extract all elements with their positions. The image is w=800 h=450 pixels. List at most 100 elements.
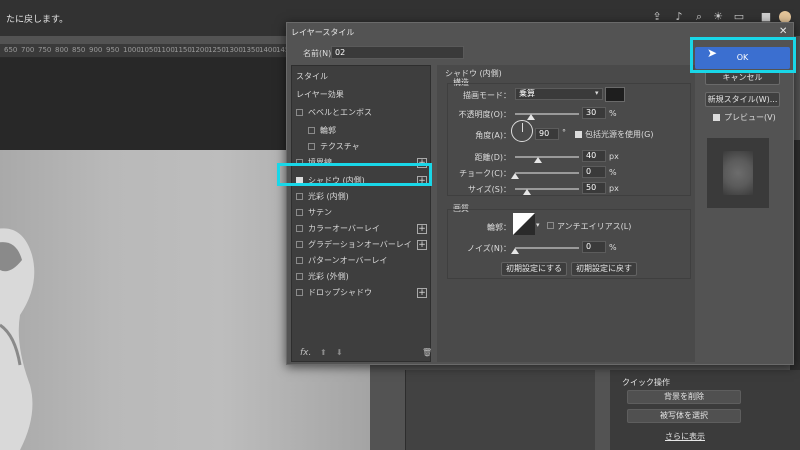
move-up-icon[interactable]: ⬆ [320,348,327,357]
style-checkbox[interactable] [296,109,303,116]
preview-checkbox[interactable] [713,114,720,121]
style-item[interactable]: ベベルとエンボス [296,105,428,121]
status-message: たに戻します。 [6,15,69,25]
opacity-slider-thumb[interactable] [527,114,535,120]
add-effect-icon[interactable]: + [417,288,427,298]
style-checkbox[interactable] [308,143,315,150]
style-checkbox[interactable] [308,127,315,134]
layer-style-dialog: レイヤースタイル ✕ 名前(N): 02 スタイル レイヤー効果 ベベルとエンボス輪… [286,22,794,365]
style-label: 光彩 (内側) [308,192,349,201]
ruler-number: 850 [72,46,86,54]
contour-label: 輪郭： [487,223,511,232]
style-checkbox[interactable] [296,241,303,248]
preview-label: プレビュー(V) [724,113,776,122]
new-style-button[interactable]: 新規スタイル(W)... [705,92,780,107]
ruler-number: 1200 [191,46,209,54]
style-checkbox[interactable] [296,193,303,200]
opacity-label: 不透明度(O)： [458,110,511,119]
distance-slider-thumb[interactable] [534,157,542,163]
preview-swatch [723,151,753,195]
ruler-number: 650 [4,46,18,54]
style-item[interactable]: テクスチャ [308,139,440,155]
close-icon[interactable]: ✕ [779,26,787,37]
distance-unit: px [609,152,619,161]
style-label: 光彩 (外側) [308,272,349,281]
angle-dial[interactable] [511,120,533,142]
style-label: カラーオーバーレイ [308,224,380,233]
name-input[interactable]: 02 [331,46,464,59]
select-subject-button[interactable]: 被写体を選択 [627,409,741,423]
style-item[interactable]: 輪郭 [308,123,440,139]
selection-highlight [277,163,432,186]
noise-input[interactable]: 0 [582,241,606,253]
chevron-down-icon: ▾ [595,89,599,97]
make-default-button[interactable]: 初期設定にする [501,262,567,276]
style-label: パターンオーバーレイ [308,256,388,265]
ok-button-highlight [690,37,796,73]
angle-label: 角度(A)： [475,131,511,140]
choke-label: チョーク(C)： [459,169,511,178]
style-item[interactable]: レイヤー効果 [296,87,428,103]
ruler-number: 900 [89,46,103,54]
ruler-number: 1100 [157,46,175,54]
ruler-number: 1000 [123,46,141,54]
noise-label: ノイズ(N)： [467,244,511,253]
fx-icon[interactable]: fx. [300,348,311,358]
global-light-checkbox[interactable] [575,131,582,138]
style-item[interactable]: スタイル [296,69,428,85]
style-checkbox[interactable] [296,225,303,232]
style-item[interactable]: 光彩 (内側) [296,189,428,205]
noise-unit: % [609,243,617,252]
add-effect-icon[interactable]: + [417,240,427,250]
contour-picker[interactable] [513,213,535,235]
style-checkbox[interactable] [296,289,303,296]
blend-mode-label: 描画モード： [463,91,511,100]
noise-slider[interactable] [515,247,579,249]
style-label: 輪郭 [320,126,336,135]
style-label: テクスチャ [320,142,360,151]
size-slider-thumb[interactable] [523,189,531,195]
show-more-link[interactable]: さらに表示 [665,431,705,442]
choke-slider[interactable] [515,172,579,174]
styles-list: スタイル レイヤー効果 ベベルとエンボス 輪郭 テクスチャ 境界線 + シャドウ (内側) + 光… [291,65,432,362]
document-area [0,58,290,150]
style-item[interactable]: ドロップシャドウ + [296,285,428,301]
style-item[interactable]: パターンオーバーレイ [296,253,428,269]
chevron-down-icon[interactable]: ▾ [536,221,540,229]
ruler-number: 1350 [242,46,260,54]
opacity-slider[interactable] [515,113,579,115]
distance-slider[interactable] [515,156,579,158]
ruler-number: 1400 [259,46,277,54]
style-label: グラデーションオーバーレイ [308,240,412,249]
style-item[interactable]: カラーオーバーレイ + [296,221,428,237]
angle-unit: ° [562,128,566,137]
choke-slider-thumb[interactable] [511,173,519,179]
ruler-number: 750 [38,46,52,54]
blend-mode-select[interactable]: 乗算 [515,88,603,100]
style-item[interactable]: 光彩 (外側) [296,269,428,285]
noise-slider-thumb[interactable] [511,248,519,254]
inner-shadow-settings: シャドウ (内側) 構造 描画モード： 乗算 ▾ 不透明度(O)： 30 % 角… [437,65,695,362]
trash-icon[interactable]: 🗑 [422,348,432,357]
dialog-title: レイヤースタイル [291,28,355,37]
add-effect-icon[interactable]: + [417,224,427,234]
style-checkbox[interactable] [296,273,303,280]
reset-default-button[interactable]: 初期設定に戻す [571,262,637,276]
antialias-checkbox[interactable] [547,222,554,229]
global-light-label: 包括光源を使用(G) [585,130,654,139]
shadow-color-swatch[interactable] [605,87,625,102]
size-label: サイズ(S)： [467,185,511,194]
style-checkbox[interactable] [296,209,303,216]
distance-input[interactable]: 40 [582,150,606,162]
move-down-icon[interactable]: ⬇ [336,348,343,357]
angle-input[interactable]: 90 [535,128,559,140]
choke-input[interactable]: 0 [582,166,606,178]
preview-thumbnail [707,138,769,208]
style-item[interactable]: サテン [296,205,428,221]
opacity-input[interactable]: 30 [582,107,606,119]
remove-background-button[interactable]: 背景を削除 [627,390,741,404]
statue-image [0,228,35,450]
size-input[interactable]: 50 [582,182,606,194]
style-checkbox[interactable] [296,257,303,264]
style-item[interactable]: グラデーションオーバーレイ + [296,237,428,253]
